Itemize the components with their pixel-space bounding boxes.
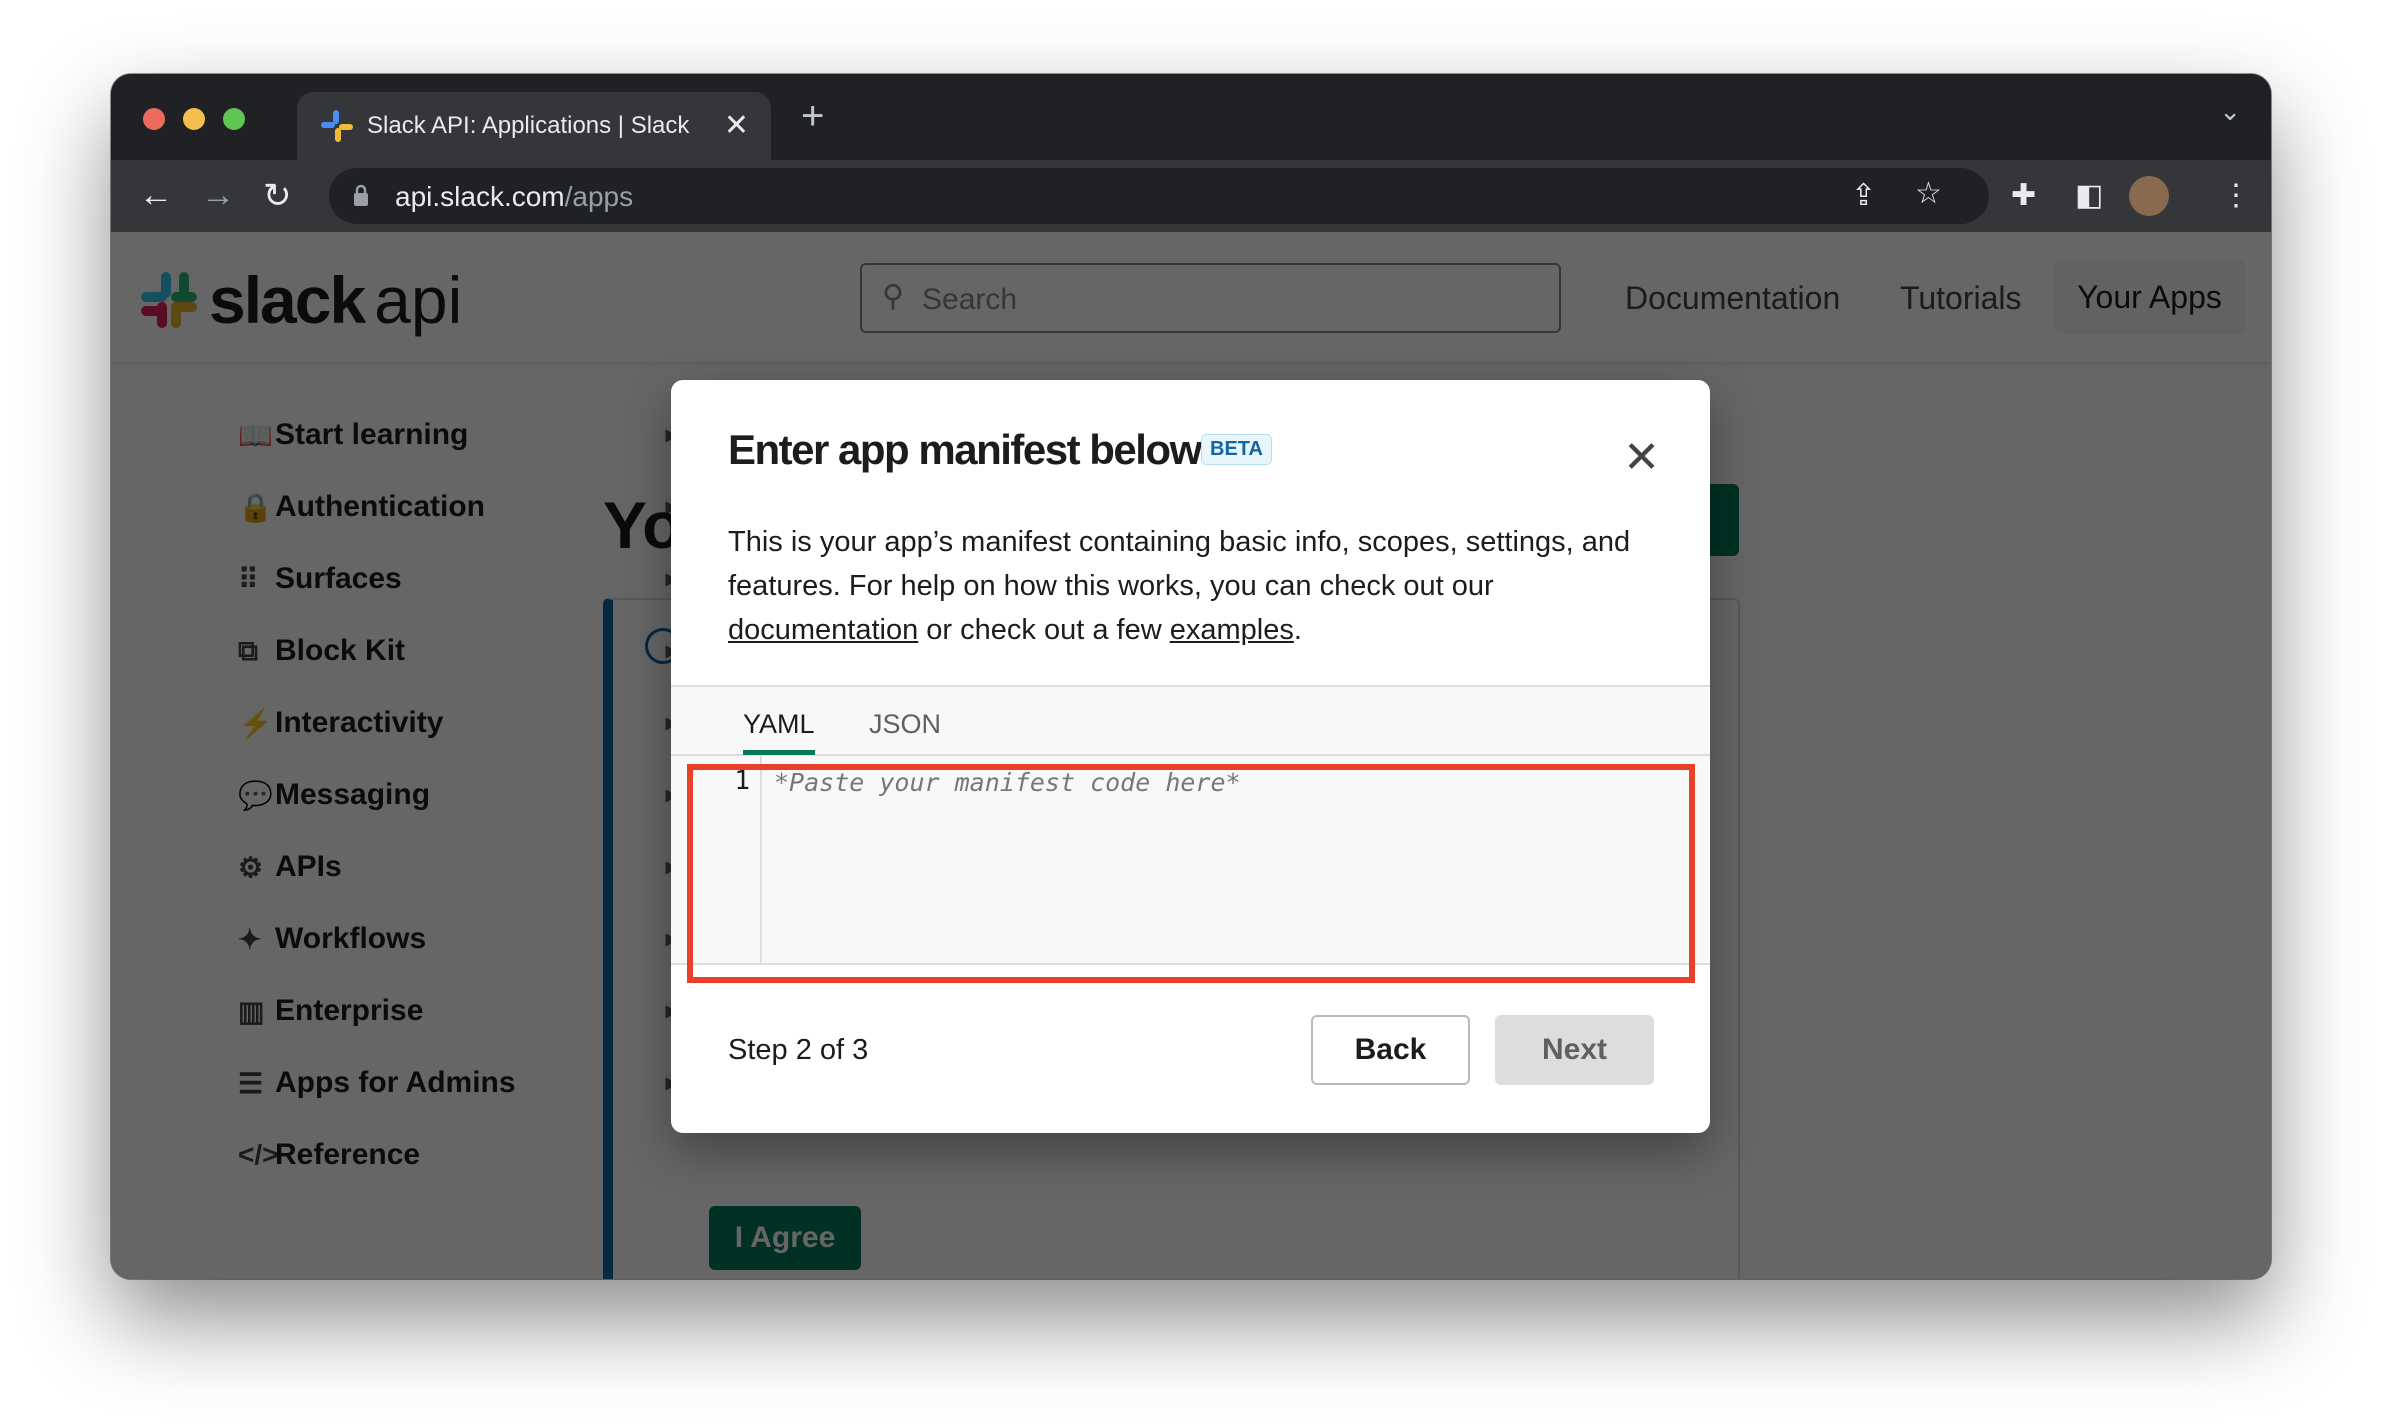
search-icon: ⚲ [882, 280, 904, 313]
desc-text: or check out a few [918, 614, 1170, 646]
logo-suffix: api [374, 263, 463, 337]
lock-icon [354, 184, 368, 206]
share-icon[interactable]: ⇪ [1851, 178, 1876, 213]
desc-text: This is your app’s manifest containing b… [728, 526, 1631, 602]
new-tab-button[interactable]: + [801, 94, 824, 139]
i-agree-button[interactable]: I Agree [709, 1206, 861, 1270]
format-tabs: YAML JSON [671, 685, 1710, 756]
back-button[interactable]: Back [1311, 1015, 1470, 1085]
url-host: api.slack.com [395, 181, 565, 212]
browser-window: Slack API: Applications | Slack ✕ + ⌄ ← … [111, 74, 2271, 1279]
menu-kebab-icon[interactable]: ⋮ [2221, 178, 2251, 213]
search-input[interactable]: ⚲ Search [860, 263, 1561, 333]
examples-link[interactable]: examples [1170, 614, 1294, 646]
your-apps-button[interactable]: Your Apps [2054, 260, 2245, 334]
sidebar-item-label: Interactivity [275, 706, 444, 739]
nav-link-tutorials[interactable]: Tutorials [1900, 280, 2022, 317]
next-button[interactable]: Next [1495, 1015, 1654, 1085]
modal-title: Enter app manifest below [728, 426, 1202, 473]
sliders-icon: ☰ [238, 1067, 264, 1099]
sidebar-item-label: Start learning [275, 418, 469, 451]
forward-arrow-icon[interactable]: → [201, 176, 235, 215]
documentation-link[interactable]: documentation [728, 614, 918, 646]
site-header: slack api ⚲ Search Documentation Tutoria… [111, 232, 2271, 362]
wand-icon: ✦ [238, 923, 262, 955]
profile-avatar[interactable] [2129, 176, 2169, 216]
search-placeholder: Search [922, 283, 1018, 316]
sidebar-item-label: Apps for Admins [275, 1066, 516, 1099]
address-bar[interactable]: api.slack.com/apps ⇪ ☆ [329, 168, 1989, 224]
building-icon: ▥ [238, 995, 265, 1027]
slack-favicon-icon [321, 110, 353, 142]
sidebar-item-label: Workflows [275, 922, 427, 955]
tab-title: Slack API: Applications | Slack [367, 112, 690, 139]
message-icon: 💬 [238, 779, 273, 811]
browser-toolbar: ← → ↻ api.slack.com/apps ⇪ ☆ ✚ ◧ ⋮ [111, 160, 2271, 232]
sidebar-item-label: Enterprise [275, 994, 424, 1027]
page: slack api ⚲ Search Documentation Tutoria… [111, 232, 2271, 1279]
slack-api-logo[interactable]: slack api [141, 262, 462, 338]
close-tab-icon[interactable]: ✕ [724, 108, 749, 143]
minimize-window-button[interactable] [183, 108, 205, 130]
sidebar-item[interactable]: 📖Start learning▶ [238, 410, 678, 460]
sidebar-item-label: Block Kit [275, 634, 406, 667]
sidebar-item-label: Reference [275, 1138, 421, 1171]
sidebar-item-label: Surfaces [275, 562, 402, 595]
tab-yaml[interactable]: YAML [743, 709, 815, 740]
book-icon: 📖 [238, 419, 273, 451]
slack-logo-icon [141, 272, 197, 328]
interactivity-icon: ⚡ [238, 707, 273, 739]
manifest-modal: Enter app manifest below BETA ✕ This is … [671, 380, 1710, 1133]
nav-link-documentation[interactable]: Documentation [1625, 280, 1840, 317]
gears-icon: ⚙ [238, 851, 264, 883]
highlight-annotation-box [687, 764, 1695, 983]
extensions-puzzle-icon[interactable]: ✚ [2011, 178, 2036, 213]
back-arrow-icon[interactable]: ← [139, 176, 173, 215]
beta-badge: BETA [1201, 434, 1272, 465]
sidebar-item-label: Messaging [275, 778, 431, 811]
lock-icon: 🔒 [238, 491, 273, 523]
maximize-window-button[interactable] [223, 108, 245, 130]
reload-icon[interactable]: ↻ [263, 176, 292, 216]
code-icon: </> [238, 1139, 279, 1170]
grid-icon: ⠿ [238, 563, 259, 595]
modal-description: This is your app’s manifest containing b… [728, 520, 1658, 652]
browser-tab[interactable]: Slack API: Applications | Slack ✕ [297, 92, 771, 160]
active-tab-indicator [743, 750, 815, 755]
url-path: /apps [564, 181, 634, 212]
sidebar-item-label: Authentication [275, 490, 485, 523]
close-window-button[interactable] [143, 108, 165, 130]
tab-json[interactable]: JSON [869, 709, 941, 740]
close-icon[interactable]: ✕ [1623, 432, 1660, 483]
bookmark-star-icon[interactable]: ☆ [1915, 176, 1942, 211]
blocks-icon: ⧉ [238, 634, 258, 666]
tab-search-chevron-icon[interactable]: ⌄ [2219, 96, 2241, 127]
sidebar-item-label: APIs [275, 850, 342, 883]
tab-bar: Slack API: Applications | Slack ✕ + ⌄ [111, 74, 2271, 160]
desc-text: . [1293, 614, 1302, 646]
side-panel-icon[interactable]: ◧ [2075, 178, 2103, 213]
step-indicator: Step 2 of 3 [728, 1034, 869, 1066]
logo-word: slack [209, 263, 366, 337]
